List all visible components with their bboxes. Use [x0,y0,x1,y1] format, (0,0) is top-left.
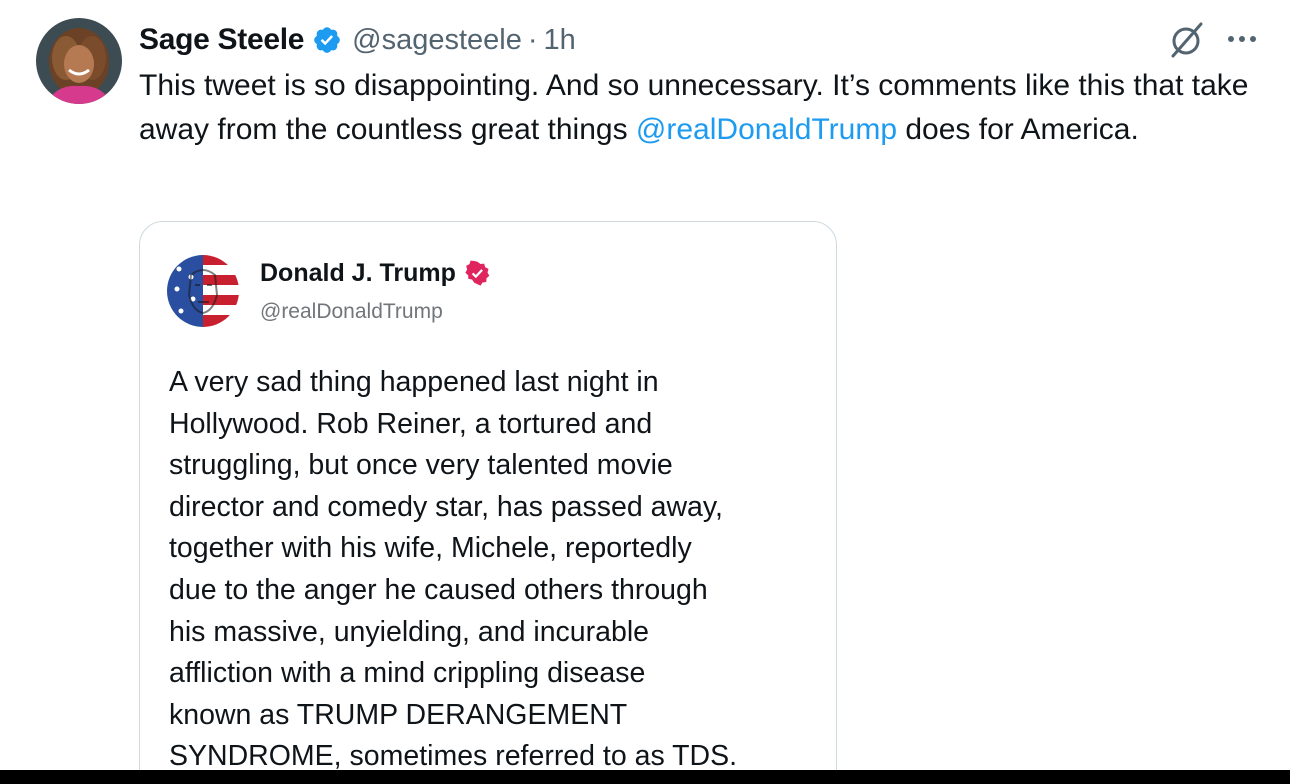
verified-badge-icon[interactable] [312,25,342,55]
more-dots-icon[interactable] [1224,24,1260,54]
header-separator: · [527,23,538,56]
bottom-edge-bar [0,770,1290,784]
tweet-timestamp[interactable]: 1h [544,24,576,57]
mention-link[interactable]: @realDonaldTrump [636,113,897,146]
red-verified-badge-icon [464,260,491,287]
author-handle[interactable]: @sagesteele [352,24,522,57]
tweet[interactable]: Sage Steele @sagesteele · 1h This tweet … [0,0,1290,784]
quoted-author-display-name[interactable]: Donald J. Trump [260,259,456,288]
grok-icon[interactable] [1167,20,1207,60]
quoted-tweet-text: A very sad thing happened last night in … [169,366,738,773]
quoted-header: Donald J. Trump [260,259,491,288]
quoted-author-avatar-image [167,255,239,327]
tweet-header: Sage Steele @sagesteele · 1h [139,20,576,60]
tweet-text-part-2: does for America. [897,113,1139,146]
quoted-author-handle[interactable]: @realDonaldTrump [260,300,443,324]
quoted-tweet-card[interactable]: Donald J. Trump @realDonaldTrump A very … [139,221,837,784]
author-avatar[interactable] [36,18,122,104]
author-display-name[interactable]: Sage Steele [139,23,304,57]
author-avatar-image [36,18,122,104]
quoted-author-avatar[interactable] [167,255,239,327]
tweet-text: This tweet is so disappointing. And so u… [139,64,1274,152]
